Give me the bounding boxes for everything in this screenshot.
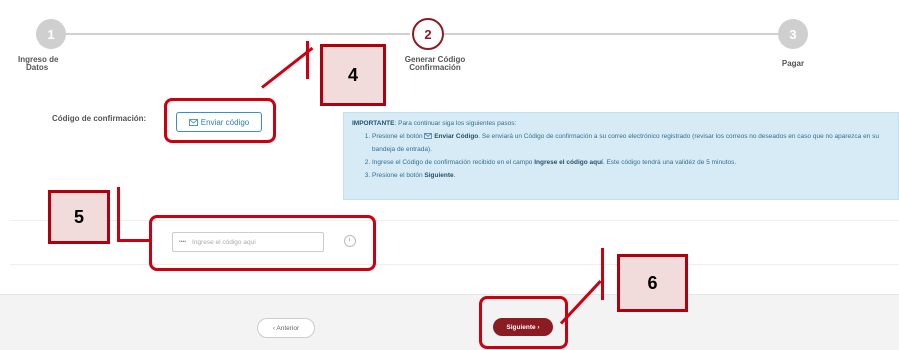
instruction-3: Presione el botón Siguiente. <box>372 169 890 182</box>
step-3-label: Pagar <box>781 59 805 68</box>
step-2-label: Generar Código Confirmación <box>404 55 466 72</box>
step-1-label: Ingreso de Datos <box>18 55 59 72</box>
divider <box>10 264 899 265</box>
instruction-1: Presione el botón Enviar Código. Se envi… <box>372 130 890 156</box>
annotation-badge-6: 6 <box>617 254 688 312</box>
annotation-badge-5: 5 <box>48 190 110 244</box>
footer-bar <box>0 294 899 350</box>
step-3-number: 3 <box>789 26 797 42</box>
annotation-line-6-vertical <box>601 248 604 300</box>
instruction-2: Ingrese el Código de confirmación recibi… <box>372 156 890 169</box>
code-label: Código de confirmación: <box>52 114 147 123</box>
previous-button[interactable]: ‹ Anterior <box>257 318 315 338</box>
step-1-circle: 1 <box>36 19 66 49</box>
annotation-line-5-horizontal <box>117 239 151 242</box>
step-2-number: 2 <box>424 26 432 42</box>
stepper-line-right <box>444 33 778 35</box>
step-3-circle: 3 <box>778 19 808 49</box>
instructions-panel: IMPORTANTE: Para continuar siga los sigu… <box>343 112 899 200</box>
step-1-number: 1 <box>47 26 55 42</box>
instructions-intro: IMPORTANTE: Para continuar siga los sigu… <box>352 120 517 127</box>
highlight-code-input <box>149 215 376 271</box>
divider <box>10 220 899 221</box>
highlight-next-button <box>479 296 568 349</box>
stepper-line-left <box>66 33 410 35</box>
instructions-list: Presione el botón Enviar Código. Se envi… <box>352 130 890 182</box>
step-2-circle: 2 <box>412 18 444 50</box>
annotation-line-4-vertical <box>306 41 309 79</box>
annotation-line-5-vertical <box>117 187 120 242</box>
envelope-icon <box>424 133 433 140</box>
annotation-badge-4: 4 <box>320 44 386 106</box>
highlight-send-code <box>164 98 276 143</box>
